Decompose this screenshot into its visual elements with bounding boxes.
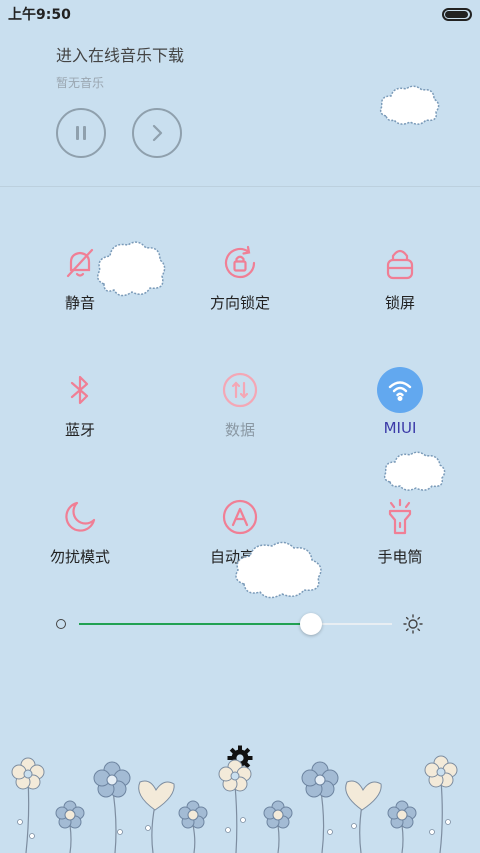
toggle-label: 方向锁定 [209, 294, 270, 312]
moon-icon [57, 494, 103, 540]
toggle-label: 数据 [224, 421, 255, 439]
wifi-icon [377, 367, 423, 413]
toggle-label: 自动亮度 [209, 548, 270, 566]
toggle-bluetooth[interactable]: 蓝牙 [0, 367, 160, 494]
brightness-low-icon [56, 619, 66, 629]
music-widget[interactable]: 进入在线音乐下载 暂无音乐 [56, 42, 436, 91]
toggle-auto-brightness[interactable]: 自动亮度 [160, 494, 320, 621]
divider [0, 186, 480, 187]
slider-fill [79, 623, 311, 625]
toggle-rotation-lock[interactable]: 方向锁定 [160, 240, 320, 367]
toggle-label: 静音 [64, 294, 95, 312]
brightness-high-icon [403, 614, 423, 634]
music-subtitle: 暂无音乐 [56, 76, 105, 90]
status-time: 上午9:50 [8, 7, 71, 23]
toggle-mute[interactable]: 静音 [0, 240, 160, 367]
bell-mute-icon [57, 240, 103, 286]
music-controls [56, 108, 182, 158]
flashlight-icon [377, 494, 423, 540]
bluetooth-icon [57, 367, 103, 413]
status-bar: 上午9:50 [0, 0, 480, 28]
toggle-lock-screen[interactable]: 锁屏 [320, 240, 480, 367]
chevron-right-icon [152, 124, 163, 142]
toggle-label: 手电筒 [377, 548, 423, 566]
music-title[interactable]: 进入在线音乐下载 [56, 42, 436, 66]
lock-icon [377, 240, 423, 286]
toggle-flashlight[interactable]: 手电筒 [320, 494, 480, 621]
toggle-label: 勿扰模式 [49, 548, 110, 566]
toggle-label: 蓝牙 [64, 421, 95, 439]
slider-thumb[interactable] [299, 613, 322, 635]
brightness-slider[interactable] [56, 612, 426, 636]
pause-button[interactable] [56, 108, 106, 158]
slider-track[interactable] [79, 613, 392, 635]
next-button[interactable] [132, 108, 182, 158]
auto-brightness-icon [217, 494, 263, 540]
toggle-do-not-disturb[interactable]: 勿扰模式 [0, 494, 160, 621]
battery-icon [442, 7, 472, 21]
gear-icon[interactable] [226, 744, 254, 772]
battery-level-fill [445, 10, 468, 18]
toggle-wifi[interactable]: MIUI [320, 367, 480, 494]
quick-toggles: 静音 方向锁定 锁屏 蓝牙 数据 MIUI 勿扰模式 自动亮度 手电筒 [0, 240, 480, 621]
mobile-data-icon [217, 367, 263, 413]
pause-icon [76, 126, 86, 140]
rotation-lock-icon [217, 240, 263, 286]
toggle-mobile-data[interactable]: 数据 [160, 367, 320, 494]
toggle-label: MIUI [383, 419, 417, 437]
toggle-label: 锁屏 [384, 294, 415, 312]
